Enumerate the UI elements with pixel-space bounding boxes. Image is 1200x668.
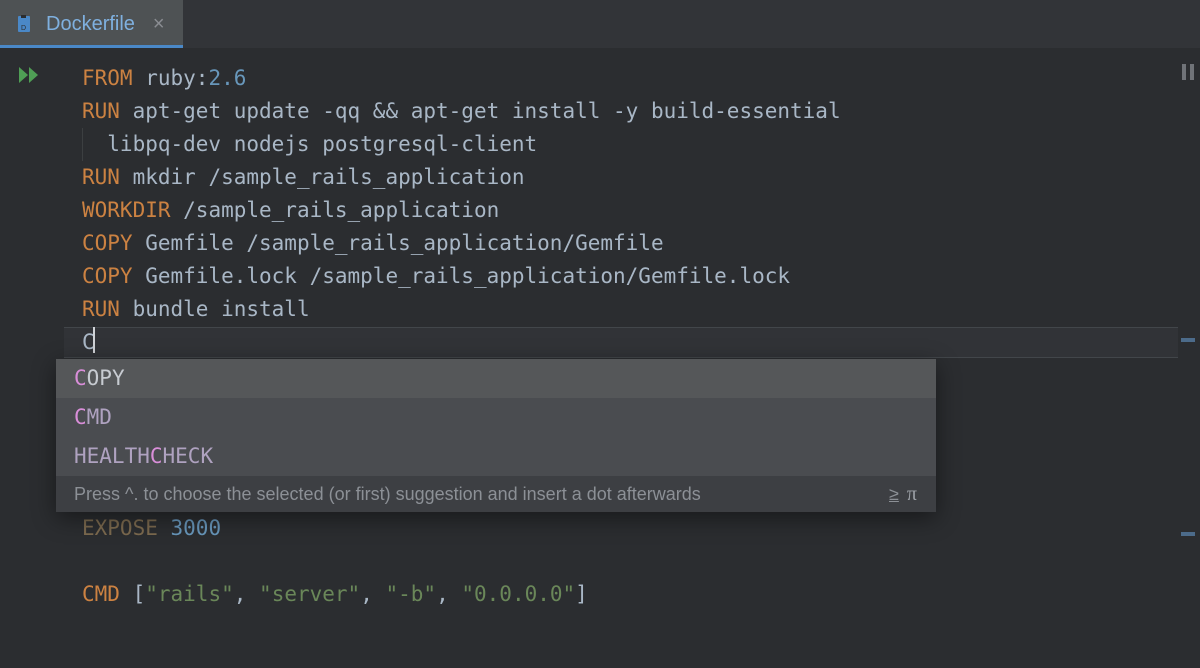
gutter [0, 48, 64, 668]
autocomplete-popup: COPY CMD HEALTHCHECK Press ^. to choose … [56, 359, 936, 512]
svg-text:D: D [21, 25, 26, 32]
dockerfile-icon: D [16, 15, 34, 33]
tab-bar: D Dockerfile × [0, 0, 1200, 48]
editor-body: FROM ruby:2.6 RUN apt-get update -qq && … [0, 48, 1200, 668]
autocomplete-option[interactable]: CMD [56, 398, 936, 437]
filter-icon[interactable]: ≥ [889, 478, 899, 511]
scroll-mark[interactable] [1181, 338, 1195, 342]
autocomplete-option[interactable]: HEALTHCHECK [56, 437, 936, 476]
scroll-strip[interactable] [1178, 48, 1200, 668]
close-icon[interactable]: × [153, 13, 165, 36]
ide-root: D Dockerfile × FROM ruby:2.6 RUN apt-get… [0, 0, 1200, 668]
run-icon[interactable] [18, 65, 44, 89]
autocomplete-option[interactable]: COPY [56, 359, 936, 398]
inspection-icon[interactable] [1182, 64, 1194, 80]
autocomplete-hint: Press ^. to choose the selected (or firs… [56, 476, 936, 512]
tab-label: Dockerfile [46, 13, 135, 36]
tab-dockerfile[interactable]: D Dockerfile × [0, 0, 183, 48]
caret [93, 327, 95, 353]
code-editor[interactable]: FROM ruby:2.6 RUN apt-get update -qq && … [64, 48, 1178, 668]
scroll-mark[interactable] [1181, 532, 1195, 536]
pi-icon[interactable]: π [907, 478, 918, 511]
current-edit-line: C [82, 326, 1178, 359]
